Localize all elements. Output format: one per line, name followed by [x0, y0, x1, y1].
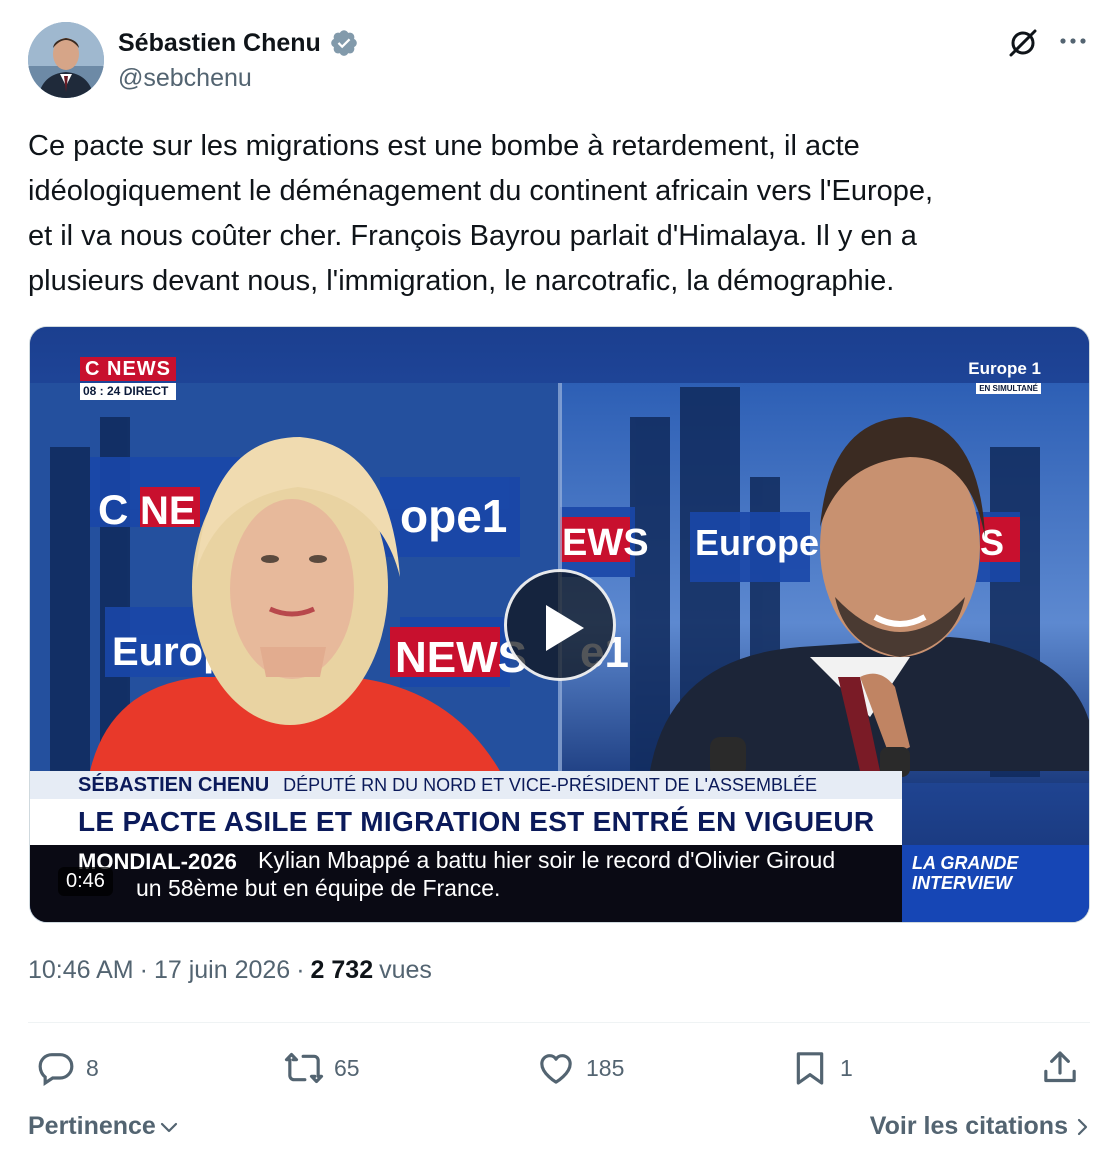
play-icon — [546, 605, 584, 651]
grok-icon[interactable] — [1006, 26, 1040, 60]
meta-separator: · — [296, 956, 305, 984]
play-button[interactable] — [504, 569, 616, 681]
lower-third-name: SÉBASTIEN CHENU DÉPUTÉ RN DU NORD ET VIC… — [30, 771, 902, 799]
author-handle[interactable]: @sebchenu — [118, 64, 252, 93]
svg-text:C: C — [98, 486, 128, 533]
headline-text: LE PACTE ASILE ET MIGRATION EST ENTRÉ EN… — [78, 806, 875, 837]
svg-text:NE: NE — [140, 489, 196, 533]
bookmark-button[interactable]: 1 — [790, 1044, 853, 1092]
reply-icon — [38, 1053, 74, 1086]
video-player[interactable]: C NE ope1 Europ NEWS EWS Europe S e1 — [29, 326, 1090, 923]
europe1-logo: Europe 1 — [968, 359, 1041, 378]
divider — [28, 1022, 1090, 1023]
like-button[interactable]: 185 — [536, 1044, 624, 1092]
tweet-date[interactable]: 17 juin 2026 — [154, 956, 290, 985]
views-count: 2 732 — [310, 956, 374, 984]
tweet-text: Ce pacte sur les migrations est une bomb… — [28, 130, 934, 297]
live-time-badge: 08 : 24 DIRECT — [80, 383, 176, 400]
tweet-header: Sébastien Chenu @sebchenu — [28, 22, 1090, 102]
share-icon — [1044, 1051, 1076, 1083]
chevron-down-icon — [160, 1122, 177, 1132]
video-duration: 0:46 — [58, 867, 113, 896]
reply-count: 8 — [86, 1054, 99, 1081]
chevron-right-icon — [1077, 1118, 1088, 1135]
repost-count: 65 — [334, 1054, 360, 1081]
reply-button[interactable]: 8 — [36, 1044, 99, 1092]
news-ticker: MONDIAL-2026 Kylian Mbappé a battu hier … — [30, 845, 902, 922]
quotes-link-label: Voir les citations — [869, 1112, 1068, 1140]
avatar[interactable] — [28, 22, 104, 98]
like-count: 185 — [586, 1054, 625, 1081]
lower-third-headline: LE PACTE ASILE ET MIGRATION EST ENTRÉ EN… — [30, 799, 902, 845]
heart-icon — [540, 1054, 572, 1084]
bookmark-icon — [796, 1052, 824, 1085]
sort-dropdown[interactable]: Pertinence — [28, 1112, 180, 1141]
repost-button[interactable]: 65 — [284, 1044, 360, 1092]
tweet-meta: 10:46 AM · 17 juin 2026 · 2 732 vues — [28, 956, 432, 985]
lower-third-role: DÉPUTÉ RN DU NORD ET VICE-PRÉSIDENT DE L… — [283, 774, 818, 795]
show-name-box: LA GRANDE INTERVIEW — [902, 845, 1089, 922]
meta-separator: · — [139, 956, 148, 984]
europe1-simulcast-badge: EN SIMULTANÉ — [976, 383, 1041, 394]
lower-third-person: SÉBASTIEN CHENU — [78, 773, 270, 796]
repost-icon — [284, 1052, 324, 1084]
cnews-logo: C NEWS — [80, 357, 176, 381]
svg-text:ope1: ope1 — [400, 490, 507, 542]
more-icon[interactable] — [1056, 28, 1090, 54]
svg-text:Europe: Europe — [695, 522, 819, 563]
view-quotes-link[interactable]: Voir les citations — [870, 1112, 1090, 1141]
tweet-time[interactable]: 10:46 AM — [28, 956, 134, 985]
author-name-row: Sébastien Chenu — [118, 28, 359, 58]
views-label: vues — [379, 956, 432, 984]
ticker-line-2: un 58ème but en équipe de France. — [136, 875, 501, 901]
ticker-line-1: Kylian Mbappé a battu hier soir le recor… — [258, 847, 836, 873]
verified-badge-icon[interactable] — [329, 28, 359, 58]
tweet-actions: 8 65 185 1 — [28, 1044, 1090, 1092]
author-display-name[interactable]: Sébastien Chenu — [118, 29, 321, 58]
replies-sort-row: Pertinence Voir les citations — [28, 1110, 1090, 1146]
svg-text:EWS: EWS — [562, 522, 649, 564]
sort-label: Pertinence — [28, 1112, 156, 1140]
share-button[interactable] — [1040, 1044, 1080, 1092]
show-name: LA GRANDE INTERVIEW — [912, 853, 1019, 893]
bookmark-count: 1 — [840, 1054, 853, 1081]
